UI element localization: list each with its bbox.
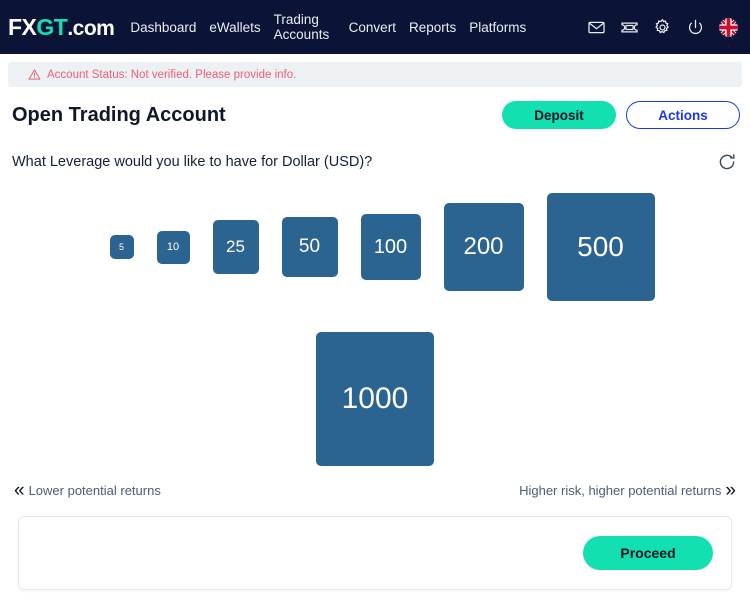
deposit-button[interactable]: Deposit bbox=[502, 101, 616, 129]
nav-item-convert[interactable]: Convert bbox=[349, 20, 396, 35]
ticket-icon[interactable] bbox=[620, 18, 639, 37]
risk-scale-row: « Lower potential returns Higher risk, h… bbox=[14, 481, 736, 500]
chevron-double-left-icon: « bbox=[14, 480, 25, 501]
power-icon[interactable] bbox=[686, 18, 705, 37]
leverage-option-200[interactable]: 200 bbox=[443, 203, 524, 291]
leverage-option-label: 500 bbox=[577, 231, 624, 262]
brand-logo[interactable]: FX GT .com bbox=[8, 13, 115, 41]
header-icon-group bbox=[587, 17, 738, 37]
logo-text-gt: GT bbox=[36, 13, 68, 40]
account-status-banner: Account Status: Not verified. Please pro… bbox=[8, 62, 742, 87]
nav-item-trading-accounts[interactable]: Trading Accounts bbox=[274, 12, 336, 42]
lower-returns-label-group: « Lower potential returns bbox=[14, 481, 161, 500]
leverage-option-25[interactable]: 25 bbox=[212, 220, 259, 274]
leverage-question-text: What Leverage would you like to have for… bbox=[12, 154, 373, 170]
leverage-option-50[interactable]: 50 bbox=[281, 217, 338, 277]
proceed-button[interactable]: Proceed bbox=[583, 536, 713, 570]
nav-item-dashboard[interactable]: Dashboard bbox=[130, 20, 196, 35]
logo-text-dotcom: .com bbox=[67, 16, 115, 40]
refresh-icon[interactable] bbox=[716, 151, 738, 173]
page-header-row: Open Trading Account Deposit Actions bbox=[12, 101, 740, 129]
leverage-option-100[interactable]: 100 bbox=[360, 214, 421, 280]
leverage-option-label: 1000 bbox=[341, 382, 409, 415]
higher-returns-label: Higher risk, higher potential returns bbox=[519, 483, 722, 498]
nav-item-reports[interactable]: Reports bbox=[409, 20, 456, 35]
leverage-option-500[interactable]: 500 bbox=[546, 193, 655, 301]
actions-button[interactable]: Actions bbox=[626, 101, 740, 129]
warning-triangle-icon bbox=[28, 68, 41, 81]
logo-text-fx: FX bbox=[8, 13, 37, 40]
page-title: Open Trading Account bbox=[12, 103, 226, 126]
account-status-text: Account Status: Not verified. Please pro… bbox=[47, 68, 297, 81]
leverage-options-row-1: 5 10 25 50 100 200 500 bbox=[0, 187, 750, 307]
leverage-option-label: 25 bbox=[226, 237, 245, 256]
leverage-option-label: 10 bbox=[166, 241, 180, 253]
leverage-option-10[interactable]: 10 bbox=[156, 230, 190, 264]
mail-icon[interactable] bbox=[587, 18, 606, 37]
main-nav: Dashboard eWallets Trading Accounts Conv… bbox=[130, 12, 587, 42]
leverage-option-1000[interactable]: 1000 bbox=[316, 332, 434, 466]
chevron-double-right-icon: » bbox=[725, 480, 736, 501]
uk-flag-icon[interactable] bbox=[719, 17, 738, 37]
leverage-option-label: 50 bbox=[298, 236, 321, 257]
proceed-card: Proceed bbox=[18, 516, 732, 590]
leverage-option-label: 5 bbox=[118, 242, 124, 252]
leverage-option-5[interactable]: 5 bbox=[109, 235, 134, 259]
nav-item-platforms[interactable]: Platforms bbox=[469, 20, 526, 35]
leverage-question-row: What Leverage would you like to have for… bbox=[12, 151, 738, 173]
lower-returns-label: Lower potential returns bbox=[28, 483, 161, 498]
leverage-options-row-2: 1000 bbox=[0, 329, 750, 469]
gear-icon[interactable] bbox=[653, 18, 672, 37]
leverage-option-label: 200 bbox=[463, 233, 504, 260]
higher-returns-label-group: Higher risk, higher potential returns » bbox=[519, 481, 736, 500]
nav-item-ewallets[interactable]: eWallets bbox=[209, 20, 260, 35]
top-navigation-bar: FX GT .com Dashboard eWallets Trading Acco… bbox=[0, 0, 750, 54]
leverage-option-label: 100 bbox=[373, 235, 408, 258]
